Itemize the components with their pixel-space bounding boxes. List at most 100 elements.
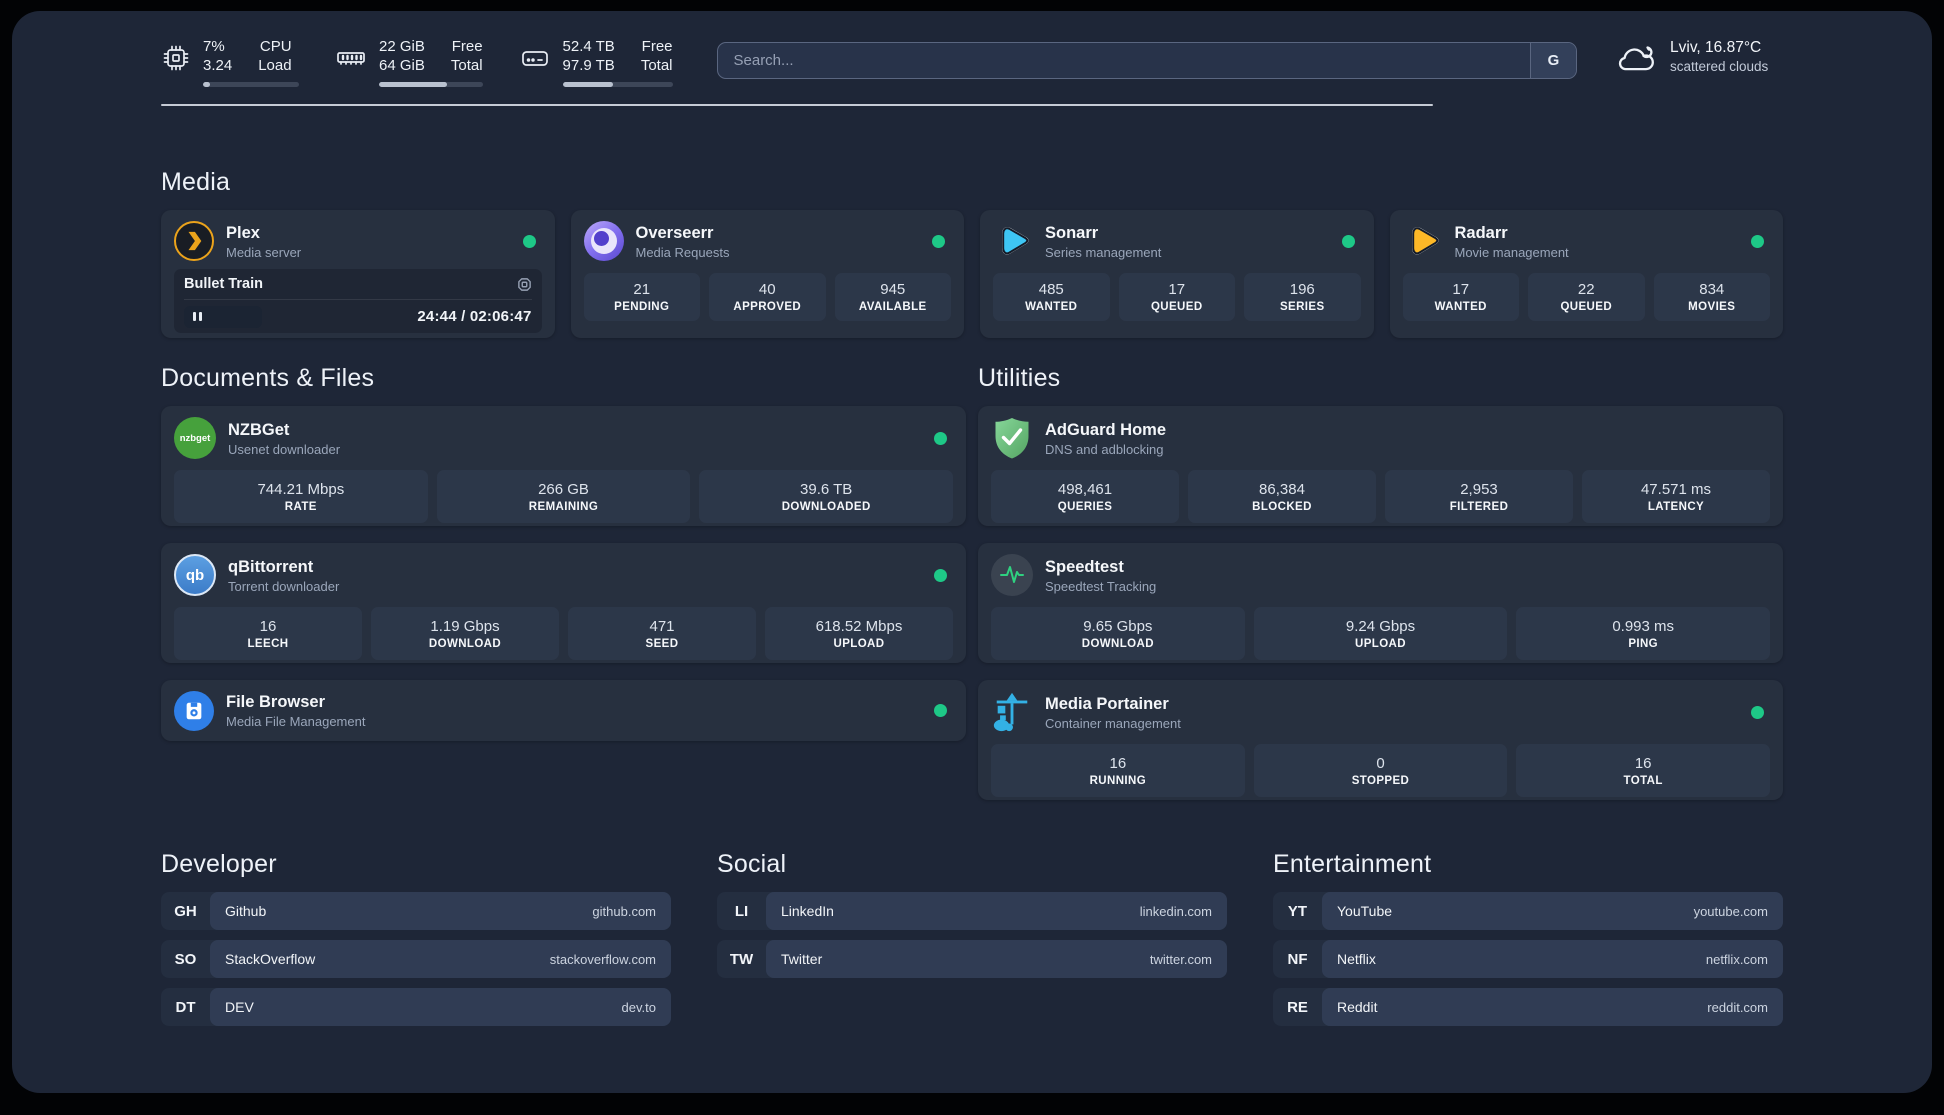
overseerr-stat-available: 945 AVAILABLE [834, 273, 951, 321]
bookmark-name: Netflix [1337, 951, 1376, 967]
bookmark-name: Github [225, 903, 267, 919]
filebrowser-icon [174, 690, 214, 731]
bookmark-youtube[interactable]: YT YouTube youtube.com [1273, 892, 1783, 930]
bookmark-twitter[interactable]: TW Twitter twitter.com [717, 940, 1227, 978]
overseerr-card[interactable]: Overseerr Media Requests 21 PENDING 40 APP… [570, 210, 964, 338]
bookmark-abbr: LI [734, 902, 749, 920]
bookmark-github[interactable]: GH Github github.com [161, 892, 671, 930]
portainer-stat-stopped: 0 STOPPED [1253, 744, 1508, 797]
filebrowser-subtitle: Media File Management [226, 714, 366, 729]
bookmark-netflix[interactable]: NF Netflix netflix.com [1273, 940, 1783, 978]
bookmark-abbr: GH [174, 902, 197, 920]
player-settings-icon[interactable] [517, 277, 532, 292]
sonarr-stat-queued: 17 QUEUED [1118, 273, 1235, 321]
memory-free-value: 22 GiB [379, 38, 425, 55]
disk-free-label: Free [641, 38, 673, 55]
adguard-stat-blocked: 86,384 BLOCKED [1188, 470, 1376, 523]
bookmark-linkedin[interactable]: LI LinkedIn linkedin.com [717, 892, 1227, 930]
plex-icon [174, 221, 214, 261]
cpu-icon [163, 45, 189, 71]
disk-icon [521, 51, 548, 66]
bookmark-abbr: YT [1287, 902, 1308, 920]
bookmark-abbr: SO [174, 950, 197, 968]
memory-free-label: Free [451, 38, 483, 55]
plex-subtitle: Media server [226, 244, 302, 260]
cpu-label: CPU [259, 38, 292, 55]
plex-now-playing: Bullet Train 24:44 / 02:06:47 [174, 269, 542, 333]
bookmark-dev[interactable]: DT DEV dev.to [161, 988, 671, 1026]
sonarr-stat-series: 196 SERIES [1244, 273, 1361, 321]
memory-stat: 22 GiB 64 GiB Free Total [335, 37, 483, 87]
nzbget-card[interactable]: nzbget NZBGet Usenet downloader 744.21 M… [161, 406, 966, 526]
qbittorrent-stat-download: 1.19 Gbps DOWNLOAD [371, 607, 559, 660]
disk-progress-bar [562, 82, 673, 87]
radarr-subtitle: Movie management [1454, 244, 1569, 260]
speedtest-card[interactable]: Speedtest Speedtest Tracking 9.65 Gbps DO… [978, 543, 1783, 663]
qbittorrent-subtitle: Torrent downloader [228, 578, 340, 594]
bookmark-name: StackOverflow [225, 951, 316, 967]
portainer-card[interactable]: Media Portainer Container management 16 R… [978, 680, 1783, 800]
nzbget-stat-remaining: 266 GB REMAINING [436, 470, 691, 523]
radarr-card[interactable]: Radarr Movie management 17 WANTED 22 QUEUE… [1389, 210, 1783, 338]
bookmark-abbr: TW [729, 950, 754, 968]
qbittorrent-status-dot [934, 568, 947, 582]
sonarr-card[interactable]: Sonarr Series management 485 WANTED 17 QUE… [980, 210, 1374, 338]
filebrowser-status-dot [934, 704, 947, 717]
radarr-status-dot [1751, 234, 1764, 248]
section-utilities: Utilities AdGuard Home DNS and adblockin… [978, 364, 1783, 800]
adguard-stat-filtered: 2,953 FILTERED [1385, 470, 1573, 523]
qbittorrent-icon: qb [174, 554, 216, 596]
overseerr-icon [583, 221, 624, 261]
entertainment-section-title: Entertainment [1273, 850, 1432, 878]
bookmark-abbr: RE [1287, 998, 1308, 1016]
weather-location-temp: Lviv, 16.87°C [1670, 39, 1762, 56]
pause-button[interactable] [184, 305, 262, 328]
qbittorrent-title: qBittorrent [228, 557, 314, 576]
radarr-stat-movies: 834 MOVIES [1653, 273, 1770, 321]
nzbget-subtitle: Usenet downloader [228, 441, 341, 457]
search-bar: G [716, 42, 1577, 79]
qbittorrent-card[interactable]: qb qBittorrent Torrent downloader 16 LEEC… [161, 543, 966, 663]
sonarr-status-dot [1341, 234, 1355, 248]
search-engine-button[interactable]: G [1530, 43, 1576, 78]
bookmark-abbr: DT [175, 998, 196, 1016]
section-entertainment: Entertainment YT YouTube youtube.com NF … [1273, 850, 1783, 1026]
bookmark-abbr: NF [1287, 950, 1308, 968]
bookmark-url: netflix.com [1705, 951, 1768, 967]
overseerr-subtitle: Media Requests [635, 244, 730, 260]
documents-section-title: Documents & Files [161, 364, 375, 392]
disk-total-value: 97.9 TB [562, 57, 615, 74]
plex-card[interactable]: Plex Media server Bullet Train 24:44 / 0… [161, 210, 555, 338]
weather-widget[interactable]: Lviv, 16.87°C scattered clouds [1615, 39, 1783, 74]
nzbget-stat-downloaded: 39.6 TB DOWNLOADED [699, 470, 954, 523]
bookmark-name: LinkedIn [781, 903, 834, 919]
nzbget-title: NZBGet [228, 420, 290, 439]
pause-icon [193, 312, 196, 321]
disk-free-value: 52.4 TB [562, 38, 615, 55]
adguard-subtitle: DNS and adblocking [1045, 441, 1164, 457]
adguard-card[interactable]: AdGuard Home DNS and adblocking 498,461 Q… [978, 406, 1783, 526]
bookmark-stackoverflow[interactable]: SO StackOverflow stackoverflow.com [161, 940, 671, 978]
portainer-subtitle: Container management [1045, 715, 1181, 731]
nzbget-icon: nzbget [174, 417, 216, 459]
speedtest-title: Speedtest [1045, 557, 1124, 576]
bookmark-name: Twitter [781, 951, 823, 967]
speedtest-stat-download: 9.65 Gbps DOWNLOAD [991, 607, 1245, 660]
portainer-icon [991, 691, 1033, 733]
bookmark-reddit[interactable]: RE Reddit reddit.com [1273, 988, 1783, 1026]
disk-total-label: Total [640, 57, 673, 74]
overseerr-stat-pending: 21 PENDING [583, 273, 700, 321]
filebrowser-card[interactable]: File Browser Media File Management [161, 680, 966, 741]
bookmark-url: twitter.com [1149, 951, 1212, 967]
plex-title: Plex [226, 223, 260, 242]
sonarr-subtitle: Series management [1045, 244, 1162, 260]
overseerr-stat-approved: 40 APPROVED [709, 273, 826, 321]
adguard-title: AdGuard Home [1045, 420, 1167, 439]
adguard-stat-latency: 47.571 ms LATENCY [1582, 470, 1770, 523]
system-stats: 7% 3.24 CPU Load 22 GiB 64 GiB Free Tota… [161, 37, 673, 87]
portainer-title: Media Portainer [1045, 694, 1169, 713]
radarr-title: Radarr [1454, 223, 1508, 242]
media-section-title: Media [161, 168, 231, 196]
search-input[interactable] [716, 42, 1577, 79]
memory-icon [337, 52, 365, 65]
